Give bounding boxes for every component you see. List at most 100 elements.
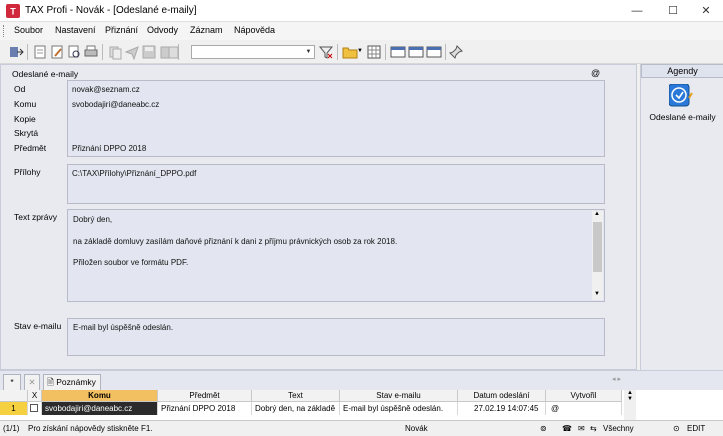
close-button[interactable]: ✕ xyxy=(689,0,723,22)
agendy-header: Agendy xyxy=(641,64,723,78)
grid-header-vytvoril[interactable]: Vytvořil xyxy=(546,390,622,402)
at-icon: @ xyxy=(591,68,601,78)
komu-label: Komu xyxy=(14,99,37,109)
cell-predmet[interactable]: Přiznání DPPO 2018 xyxy=(158,402,252,415)
stav-field: E-mail byl úspěšně odeslán. xyxy=(67,318,605,356)
grid-header-datum[interactable]: Datum odeslání xyxy=(458,390,546,402)
grid-icon[interactable] xyxy=(366,44,382,60)
row-number[interactable]: 1 xyxy=(0,402,28,415)
filter-icon: ⇆ xyxy=(590,424,597,433)
filter-clear-icon[interactable] xyxy=(318,44,334,60)
toolbar-separator xyxy=(445,44,446,60)
window-layout-3-icon[interactable] xyxy=(426,44,442,60)
chevron-down-icon[interactable]: ▼ xyxy=(304,47,313,57)
prilohy-field[interactable]: C:\TAX\Přílohy\Přiznání_DPPO.pdf xyxy=(67,164,605,204)
menu-nastaveni[interactable]: Nastavení xyxy=(55,25,96,35)
grid-header-komu[interactable]: Komu xyxy=(42,390,158,402)
menu-odvody[interactable]: Odvody xyxy=(147,25,178,35)
stav-label: Stav e-mailu xyxy=(14,321,62,331)
grid-header-x[interactable]: X xyxy=(28,390,42,402)
status-icon-1: ⊚ xyxy=(540,424,547,433)
new-record-icon[interactable] xyxy=(32,44,48,60)
scroll-down-icon[interactable]: ▼ xyxy=(594,291,600,297)
toolbar-separator xyxy=(385,44,386,60)
copy-icon[interactable] xyxy=(107,44,123,60)
toolbar-separator xyxy=(102,44,103,60)
status-icon-4: ⊙ xyxy=(673,424,680,433)
cell-text[interactable]: Dobrý den, na základě xyxy=(252,402,340,415)
checkbox-icon[interactable] xyxy=(30,404,38,412)
print-preview-icon[interactable] xyxy=(66,44,82,60)
text-field[interactable]: Dobrý den, na základě domluvy zasílám da… xyxy=(67,209,605,302)
folder-dropdown-icon[interactable]: ▼ xyxy=(357,48,363,54)
status-user: Novák xyxy=(405,424,428,433)
komu-field[interactable]: svobodajiri@daneabc.cz xyxy=(72,100,159,109)
row-checkbox[interactable] xyxy=(28,402,42,415)
pin-icon[interactable] xyxy=(448,44,464,60)
send-icon[interactable] xyxy=(124,44,140,60)
toolbar: ▼ ▼ xyxy=(0,40,723,64)
grid-header-stav[interactable]: Stav e-mailu xyxy=(340,390,458,402)
text-line-3: Přiložen soubor ve formátu PDF. xyxy=(73,258,189,267)
stav-value: E-mail byl úspěšně odeslán. xyxy=(73,323,174,332)
skryta-label: Skrytá xyxy=(14,128,39,138)
predmet-label: Předmět xyxy=(14,143,47,153)
grid-header-predmet[interactable]: Předmět xyxy=(158,390,252,402)
folder-icon[interactable] xyxy=(342,44,358,60)
filter-combo[interactable]: ▼ xyxy=(191,45,315,59)
print-icon[interactable] xyxy=(83,44,99,60)
scroll-down-icon[interactable]: ▼ xyxy=(624,396,636,402)
tab-poznamky[interactable]: 🗎 Poznámky xyxy=(43,374,101,390)
exit-icon[interactable] xyxy=(8,44,24,60)
menu-soubor[interactable]: Soubor xyxy=(14,25,43,35)
scroll-up-icon[interactable]: ▲ xyxy=(594,211,600,217)
menu-bar: Soubor Nastavení Přiznání Odvody Záznam … xyxy=(0,22,723,40)
status-icon-2: ☎ xyxy=(562,424,572,433)
cell-stav[interactable]: E-mail byl úspěšně odeslán. xyxy=(340,402,458,415)
status-bar: (1/1) Pro získání nápovědy stiskněte F1.… xyxy=(0,420,723,436)
status-icon-3: ✉ xyxy=(578,424,585,433)
menu-zaznam[interactable]: Záznam xyxy=(190,25,223,35)
window-title: TAX Profi - Novák - [Odeslané e-maily] xyxy=(25,5,197,16)
maximize-button[interactable]: ☐ xyxy=(656,0,690,22)
menu-priznani[interactable]: Přiznání xyxy=(105,25,138,35)
grid-header-rownum xyxy=(0,390,28,402)
agendy-panel: Agendy Odeslané e-maily xyxy=(640,64,723,370)
status-hint: Pro získání nápovědy stiskněte F1. xyxy=(28,424,153,433)
header-fields-box: novak@seznam.cz svobodajiri@daneabc.cz P… xyxy=(67,80,605,157)
toolbar-separator xyxy=(27,44,28,60)
tabs-strip: * ✕ 🗎 Poznámky ◂ ▸ xyxy=(0,370,723,390)
text-line-2: na základě domluvy zasílám daňové přizná… xyxy=(73,237,398,246)
tab-close-icon[interactable]: ✕ xyxy=(24,374,40,390)
od-field[interactable]: novak@seznam.cz xyxy=(72,85,140,94)
kopie-label: Kopie xyxy=(14,114,36,124)
text-scrollbar[interactable]: ▲ ▼ xyxy=(592,211,603,300)
tab-star[interactable]: * xyxy=(3,374,21,390)
menu-napoveda[interactable]: Nápověda xyxy=(234,25,275,35)
window-layout-1-icon[interactable] xyxy=(390,44,406,60)
paste-icon[interactable] xyxy=(166,44,182,60)
svg-text:T: T xyxy=(10,7,16,17)
grid-scrollbar[interactable]: ▲ ▼ xyxy=(624,390,636,420)
status-filter: Všechny xyxy=(603,424,634,433)
tabs-scroll-icon[interactable]: ◂ ▸ xyxy=(612,375,621,383)
email-agenda-icon[interactable] xyxy=(669,84,693,108)
toolbar-separator xyxy=(337,44,338,60)
cell-komu[interactable]: svobodajiri@daneabc.cz xyxy=(42,402,158,415)
window-layout-2-icon[interactable] xyxy=(408,44,424,60)
prilohy-label: Přílohy xyxy=(14,167,41,177)
save-icon[interactable] xyxy=(141,44,157,60)
cell-datum[interactable]: 27.02.19 14:07:45 xyxy=(458,402,546,415)
minimize-button[interactable]: — xyxy=(620,0,654,22)
grid-header-text[interactable]: Text xyxy=(252,390,340,402)
cell-vytvoril[interactable]: @ xyxy=(546,402,622,415)
email-detail-panel: Odeslané e-maily @ Od Komu Kopie Skrytá … xyxy=(0,64,637,370)
agenda-item-label[interactable]: Odeslané e-maily xyxy=(641,112,723,122)
tab-poznamky-label: Poznámky xyxy=(56,377,96,387)
predmet-field[interactable]: Přiznání DPPO 2018 xyxy=(72,144,146,153)
text-line-1: Dobrý den, xyxy=(73,215,113,224)
scroll-thumb[interactable] xyxy=(593,222,602,272)
attachment-path[interactable]: C:\TAX\Přílohy\Přiznání_DPPO.pdf xyxy=(72,169,196,178)
app-icon: T xyxy=(6,4,20,18)
edit-record-icon[interactable] xyxy=(49,44,65,60)
